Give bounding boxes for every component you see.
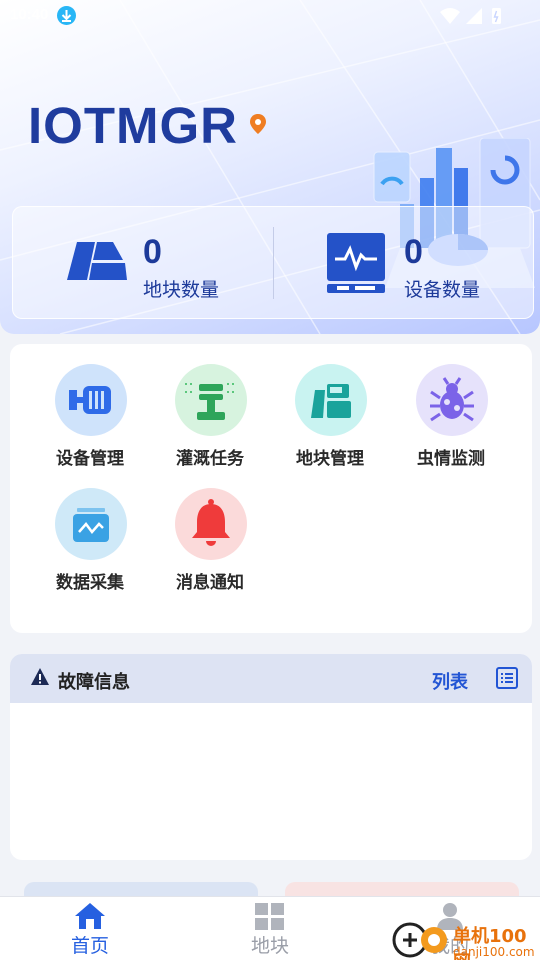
nav-label-field: 地块 <box>250 935 289 957</box>
bell-icon <box>192 499 230 546</box>
menu-label: 虫情监测 <box>417 449 485 469</box>
menu-label: 数据采集 <box>56 573 124 593</box>
fault-info-card: 故障信息 列表 <box>10 654 532 860</box>
stats-summary-card: 0 地块数量 0 设备数量 <box>12 206 534 319</box>
sprinkler-icon <box>185 383 237 420</box>
data-collect-icon <box>73 508 109 542</box>
field-blocks-stat-icon <box>67 242 127 280</box>
watermark-logo-icon <box>392 922 447 958</box>
signal-icon <box>466 8 482 24</box>
field-blocks-icon <box>311 384 351 418</box>
fault-info-header: 故障信息 列表 <box>10 654 532 703</box>
warning-icon <box>31 668 49 685</box>
field-count-value: 0 <box>143 233 162 271</box>
irrigation-task-circle <box>175 364 247 436</box>
grid-icon <box>255 903 284 930</box>
menu-label: 设备管理 <box>56 449 124 469</box>
menu-item-data-collection[interactable]: 数据采集 <box>30 468 150 593</box>
message-notification-circle <box>175 488 247 560</box>
device-count-label: 设备数量 <box>404 279 481 301</box>
fault-info-title: 故障信息 <box>58 672 130 693</box>
field-management-circle <box>295 364 367 436</box>
motor-icon <box>69 386 111 414</box>
menu-item-pest-monitoring[interactable]: 虫情监测 <box>391 344 511 469</box>
menu-item-device-management[interactable]: 设备管理 <box>30 344 150 469</box>
menu-item-field-management[interactable]: 地块管理 <box>270 344 390 469</box>
location-pin-icon[interactable] <box>250 114 266 134</box>
menu-label: 消息通知 <box>176 573 244 593</box>
app-screen: { "status_bar": {"time": "10:40"}, "head… <box>0 0 540 960</box>
device-monitor-stat-icon <box>327 233 385 293</box>
bug-icon <box>430 377 474 422</box>
pest-monitoring-circle <box>416 364 488 436</box>
menu-item-message-notification[interactable]: 消息通知 <box>150 468 270 593</box>
field-count-label: 地块数量 <box>143 279 220 301</box>
data-collection-circle <box>55 488 127 560</box>
device-management-circle <box>55 364 127 436</box>
hero-header: 10:40 IOTMGR 0 地块数量 0 设备数量 <box>0 0 540 334</box>
wifi-icon <box>440 8 460 24</box>
list-icon <box>496 667 518 689</box>
watermark-logo: 单机100网 danji100.com <box>390 918 540 960</box>
fault-list-label: 列表 <box>432 672 468 693</box>
device-count-value: 0 <box>404 233 423 271</box>
battery-icon <box>492 8 501 24</box>
nav-label-home: 首页 <box>70 935 109 957</box>
menu-label: 灌溉任务 <box>176 449 244 469</box>
download-status-icon <box>57 6 76 25</box>
function-menu-card: 设备管理 灌溉任务 地块管理 虫情监测 数据采集 消息通知 <box>10 344 532 633</box>
menu-item-irrigation-task[interactable]: 灌溉任务 <box>150 344 270 469</box>
nav-tab-home[interactable]: 首页 <box>0 897 180 960</box>
watermark-url: danji100.com <box>453 945 535 959</box>
app-brand-title: IOTMGR <box>28 97 238 154</box>
status-time: 10:40 <box>10 6 49 23</box>
home-icon <box>75 903 105 929</box>
stats-divider <box>273 227 274 299</box>
status-indicators <box>440 8 501 24</box>
nav-tab-field[interactable]: 地块 <box>180 897 360 960</box>
menu-label: 地块管理 <box>296 449 364 469</box>
status-bar: 10:40 <box>0 0 540 30</box>
fault-list-button[interactable]: 列表 <box>410 662 520 696</box>
